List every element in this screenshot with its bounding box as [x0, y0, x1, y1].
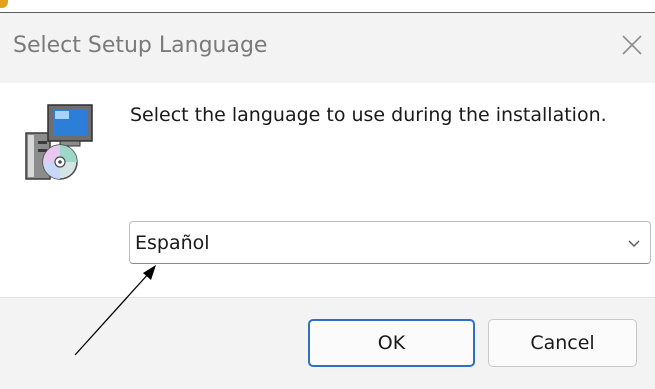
language-select[interactable]: Español	[129, 221, 651, 264]
close-icon	[622, 35, 642, 55]
dialog-footer: OK Cancel	[0, 297, 655, 389]
cancel-button[interactable]: Cancel	[488, 319, 637, 367]
setup-installer-icon	[25, 104, 93, 180]
language-prompt: Select the language to use during the in…	[130, 104, 607, 126]
ok-button[interactable]: OK	[308, 319, 475, 367]
dialog-title: Select Setup Language	[13, 33, 268, 58]
title-bar: Select Setup Language	[0, 13, 655, 83]
screenshot: Select Setup Language Select the languag…	[0, 0, 655, 389]
background-window	[0, 0, 655, 10]
setup-language-dialog: Select Setup Language Select the languag…	[0, 12, 655, 389]
dialog-content: Select the language to use during the in…	[0, 83, 655, 297]
chevron-down-icon	[628, 240, 640, 247]
close-button[interactable]	[614, 27, 650, 63]
language-select-value: Español	[135, 232, 210, 254]
